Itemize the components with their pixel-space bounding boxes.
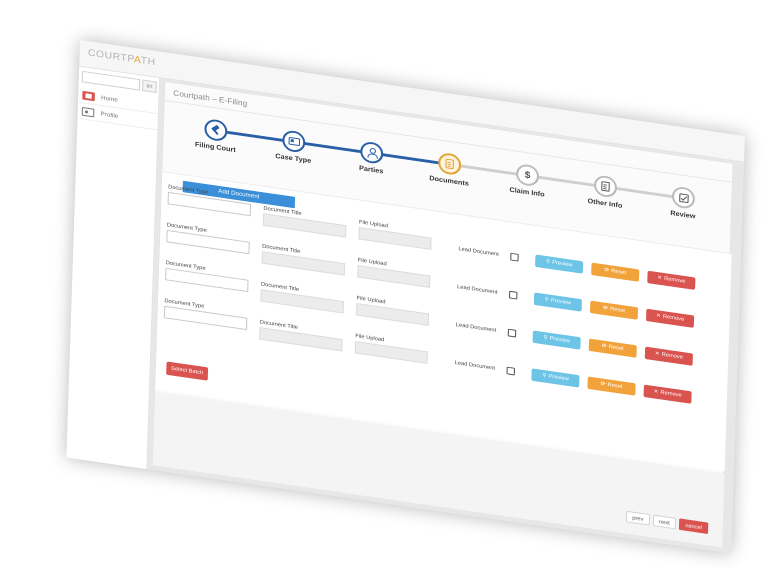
step-label: Review: [670, 210, 696, 221]
step-review[interactable]: Review: [646, 182, 720, 224]
reset-button[interactable]: ⟳ Reset: [589, 300, 639, 320]
lead-document-label: Lead Document: [457, 284, 498, 296]
cancel-button[interactable]: cancel: [678, 518, 709, 534]
remove-button[interactable]: ✕ Remove: [647, 270, 696, 290]
next-button[interactable]: next: [652, 514, 677, 530]
search-input[interactable]: [81, 70, 141, 91]
reset-button[interactable]: ⟳ Reset: [588, 338, 637, 358]
step-label: Claim Info: [509, 186, 545, 199]
close-icon: ✕: [654, 350, 660, 358]
search-icon: ⚲: [544, 296, 549, 304]
document-title-input[interactable]: [262, 213, 347, 238]
step-other-info[interactable]: Other Info: [568, 171, 642, 213]
lead-document-checkbox[interactable]: [510, 252, 519, 262]
document-icon: [445, 158, 454, 170]
file-upload-input[interactable]: [355, 303, 430, 326]
document-title-input[interactable]: [261, 251, 346, 276]
refresh-icon: ⟳: [600, 381, 606, 388]
select-batch-button[interactable]: Select Batch: [166, 361, 209, 381]
preview-button[interactable]: ⚲ Preview: [535, 254, 584, 274]
step-case-type[interactable]: Case Type: [257, 126, 331, 168]
home-icon: [82, 90, 95, 102]
document-type-input[interactable]: [167, 191, 252, 217]
document-type-input[interactable]: [165, 267, 249, 293]
search-icon: ⚲: [543, 334, 548, 342]
refresh-icon: ⟳: [604, 267, 610, 274]
step-parties[interactable]: Parties: [335, 137, 409, 179]
refresh-icon: ⟳: [603, 305, 608, 312]
lead-document-label: Lead Document: [455, 322, 497, 334]
remove-button[interactable]: ✕ Remove: [644, 346, 693, 366]
preview-button[interactable]: ⚲ Preview: [531, 368, 580, 388]
pagination: prev next cancel: [625, 510, 709, 534]
sidebar-item-label: Profile: [100, 111, 119, 120]
document-type-input[interactable]: [166, 229, 250, 255]
step-label: Filing Court: [194, 141, 236, 155]
close-icon: ✕: [655, 312, 661, 320]
file-upload-input[interactable]: [357, 265, 431, 288]
step-label: Other Info: [587, 198, 623, 210]
reset-button[interactable]: ⟳ Reset: [591, 262, 640, 282]
lead-document-checkbox[interactable]: [508, 290, 518, 300]
step-label: Case Type: [275, 153, 312, 165]
preview-button[interactable]: ⚲ Preview: [533, 292, 582, 312]
profile-icon: [81, 107, 95, 118]
refresh-icon: ⟳: [601, 343, 607, 350]
file-icon: [601, 181, 610, 192]
search-icon: ⚲: [542, 372, 547, 380]
dollar-icon: $: [524, 169, 531, 181]
case-type-icon: [287, 136, 300, 147]
sidebar-item-label: Home: [100, 95, 118, 104]
app-logo: COURTPATH: [87, 47, 156, 69]
search-icon: ⚲: [545, 258, 551, 266]
lead-document-label: Lead Document: [458, 246, 499, 258]
document-type-input[interactable]: [163, 305, 248, 331]
file-upload-input[interactable]: [358, 227, 432, 250]
app-window: COURTPATH go Home Profile Courtpath – E-…: [66, 40, 745, 554]
step-documents[interactable]: Documents: [413, 148, 487, 190]
prev-button[interactable]: prev: [625, 510, 650, 526]
close-icon: ✕: [653, 388, 659, 396]
reset-button[interactable]: ⟳ Reset: [587, 376, 636, 396]
gavel-icon: [211, 125, 222, 136]
stage: COURTPATH go Home Profile Courtpath – E-…: [0, 0, 768, 568]
lead-document-label: Lead Document: [454, 360, 496, 372]
close-icon: ✕: [657, 274, 663, 282]
lead-document-checkbox[interactable]: [507, 328, 517, 338]
step-label: Documents: [429, 175, 470, 188]
person-icon: [366, 147, 377, 158]
document-title-input[interactable]: [260, 289, 344, 314]
remove-button[interactable]: ✕ Remove: [643, 384, 692, 404]
step-filing-court[interactable]: Filing Court: [179, 114, 253, 156]
file-upload-input[interactable]: [354, 340, 428, 364]
step-label: Parties: [358, 165, 384, 176]
preview-button[interactable]: ⚲ Preview: [532, 330, 581, 350]
sidebar: go Home Profile: [66, 66, 161, 470]
lead-document-checkbox[interactable]: [506, 366, 516, 376]
document-title-input[interactable]: [259, 327, 343, 352]
checkbox-icon: [678, 192, 689, 203]
step-claim-info[interactable]: $ Claim Info: [491, 159, 565, 201]
main-panel: Courtpath – E-Filing Filing Court Case T…: [151, 80, 735, 548]
remove-button[interactable]: ✕ Remove: [646, 308, 695, 328]
search-button[interactable]: go: [142, 79, 157, 94]
